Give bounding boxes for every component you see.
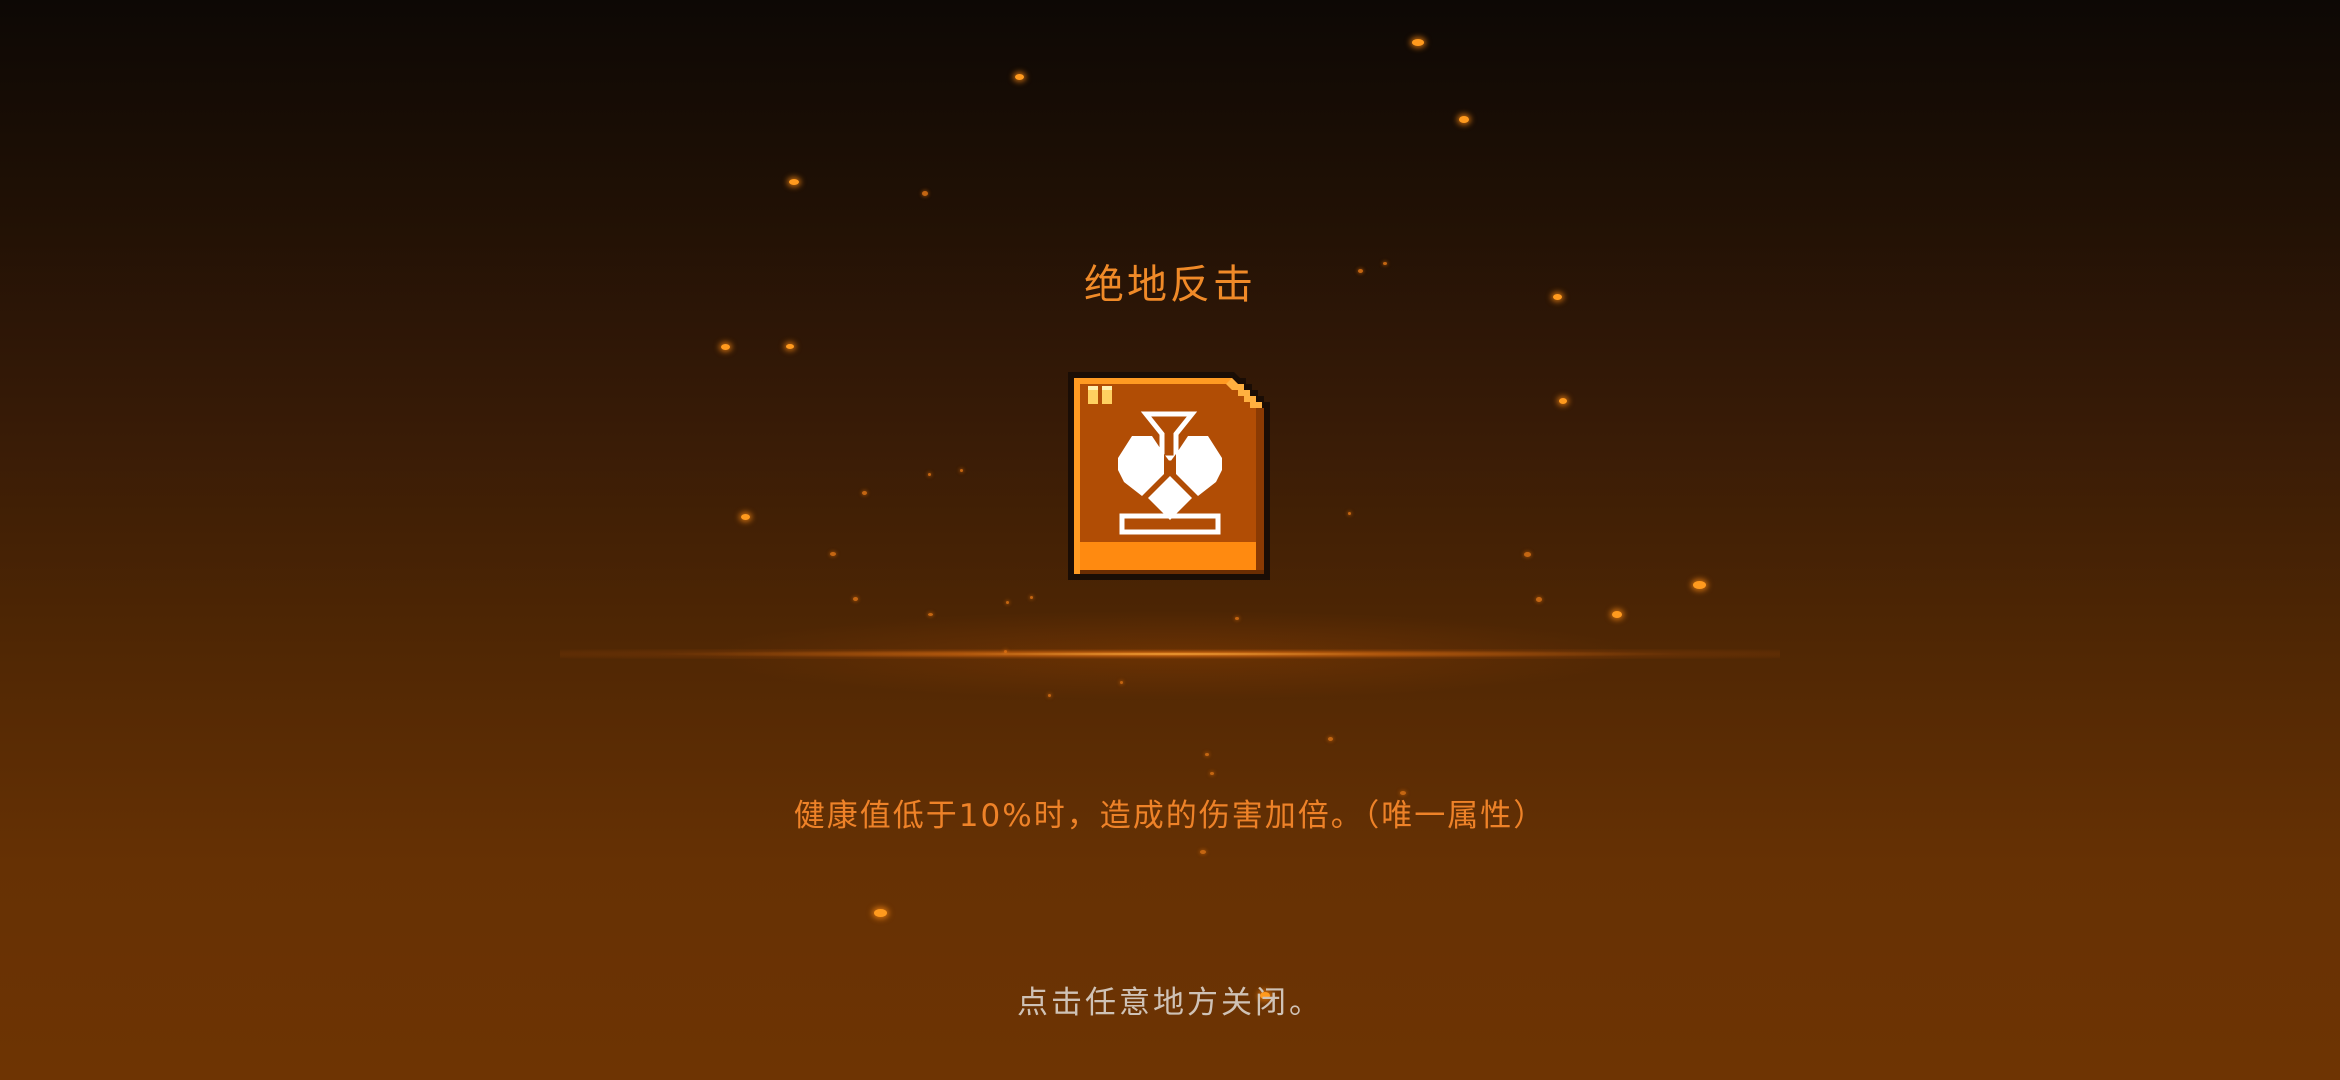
ember-spark — [1015, 74, 1024, 80]
ember-spark — [1536, 597, 1542, 602]
ember-spark — [874, 909, 887, 917]
divider-glow — [560, 649, 1780, 659]
ember-spark — [830, 552, 836, 556]
ember-spark — [1693, 581, 1706, 589]
ember-spark — [853, 597, 858, 601]
ember-spark — [1006, 601, 1009, 604]
ember-spark — [1459, 116, 1469, 123]
ember-spark — [928, 473, 931, 476]
ember-spark — [1030, 596, 1033, 599]
talent-name: 绝地反击 — [1084, 262, 1256, 308]
ember-spark — [862, 491, 867, 495]
talent-description: 健康值低于10%时，造成的伤害加倍。（唯一属性） — [793, 798, 1547, 834]
ember-spark — [789, 179, 799, 185]
ember-spark — [721, 344, 730, 350]
ember-spark — [1412, 39, 1424, 46]
ember-spark — [1328, 737, 1333, 741]
ember-spark — [1559, 398, 1567, 404]
ember-spark — [1524, 552, 1531, 557]
ember-spark — [786, 344, 794, 349]
ember-spark — [960, 469, 963, 472]
close-hint: 点击任意地方关闭。 — [1017, 985, 1323, 1021]
ember-spark — [741, 514, 750, 520]
ember-spark — [1205, 753, 1209, 756]
ember-spark — [922, 191, 928, 196]
ember-spark — [1348, 512, 1351, 515]
talent-badge-icon — [1068, 372, 1270, 580]
ember-spark — [1200, 850, 1206, 854]
ember-spark — [1210, 772, 1214, 775]
